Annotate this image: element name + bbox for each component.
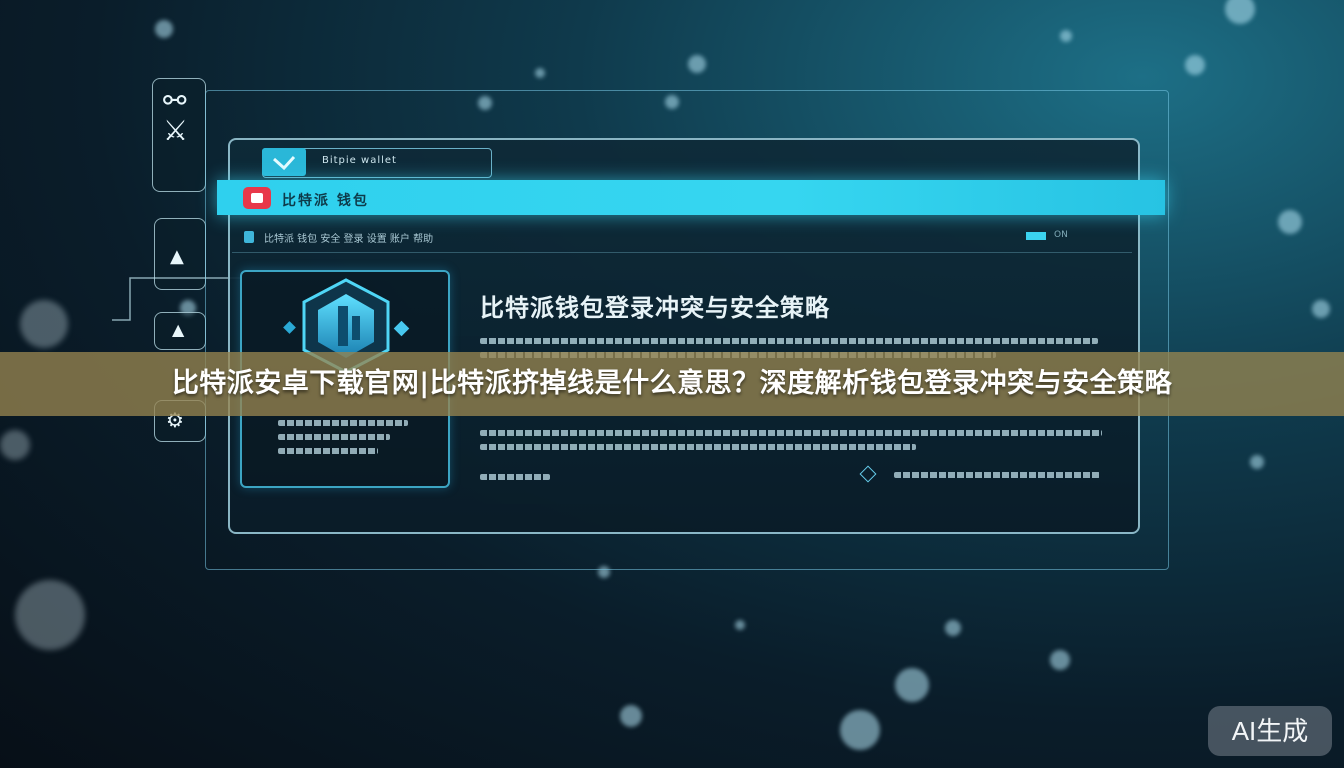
home-icon: ▲ (170, 246, 184, 267)
rail-logo-icon: ⚯ ⚔ (163, 84, 189, 147)
footer-meta-line (480, 474, 560, 488)
card-text-lines (278, 420, 418, 462)
nav-status-text: ON (1054, 230, 1068, 240)
ai-generated-badge: AI生成 (1208, 706, 1332, 756)
check-button[interactable] (262, 148, 306, 176)
check-icon (272, 155, 296, 171)
nav-icon (244, 231, 254, 243)
window-title: Bitpie wallet (322, 155, 397, 166)
nav-status-indicator[interactable] (1026, 232, 1046, 240)
nav-path[interactable]: 比特派 钱包 安全 登录 设置 账户 帮助 (264, 230, 433, 245)
footer-link-line[interactable] (894, 472, 1104, 486)
divider (232, 252, 1132, 253)
main-headline: 比特派钱包登录冲突与安全策略 (480, 294, 830, 322)
paragraph-block-2 (480, 430, 1112, 458)
caption-title: 比特派安卓下载官网|比特派挤掉线是什么意思？深度解析钱包登录冲突与安全策略 (171, 368, 1173, 399)
nav-row: 比特派 钱包 安全 登录 设置 账户 帮助 ON (244, 228, 1134, 246)
wallet-icon[interactable] (243, 187, 271, 209)
menu-bar-label: 比特派 钱包 (282, 193, 369, 209)
